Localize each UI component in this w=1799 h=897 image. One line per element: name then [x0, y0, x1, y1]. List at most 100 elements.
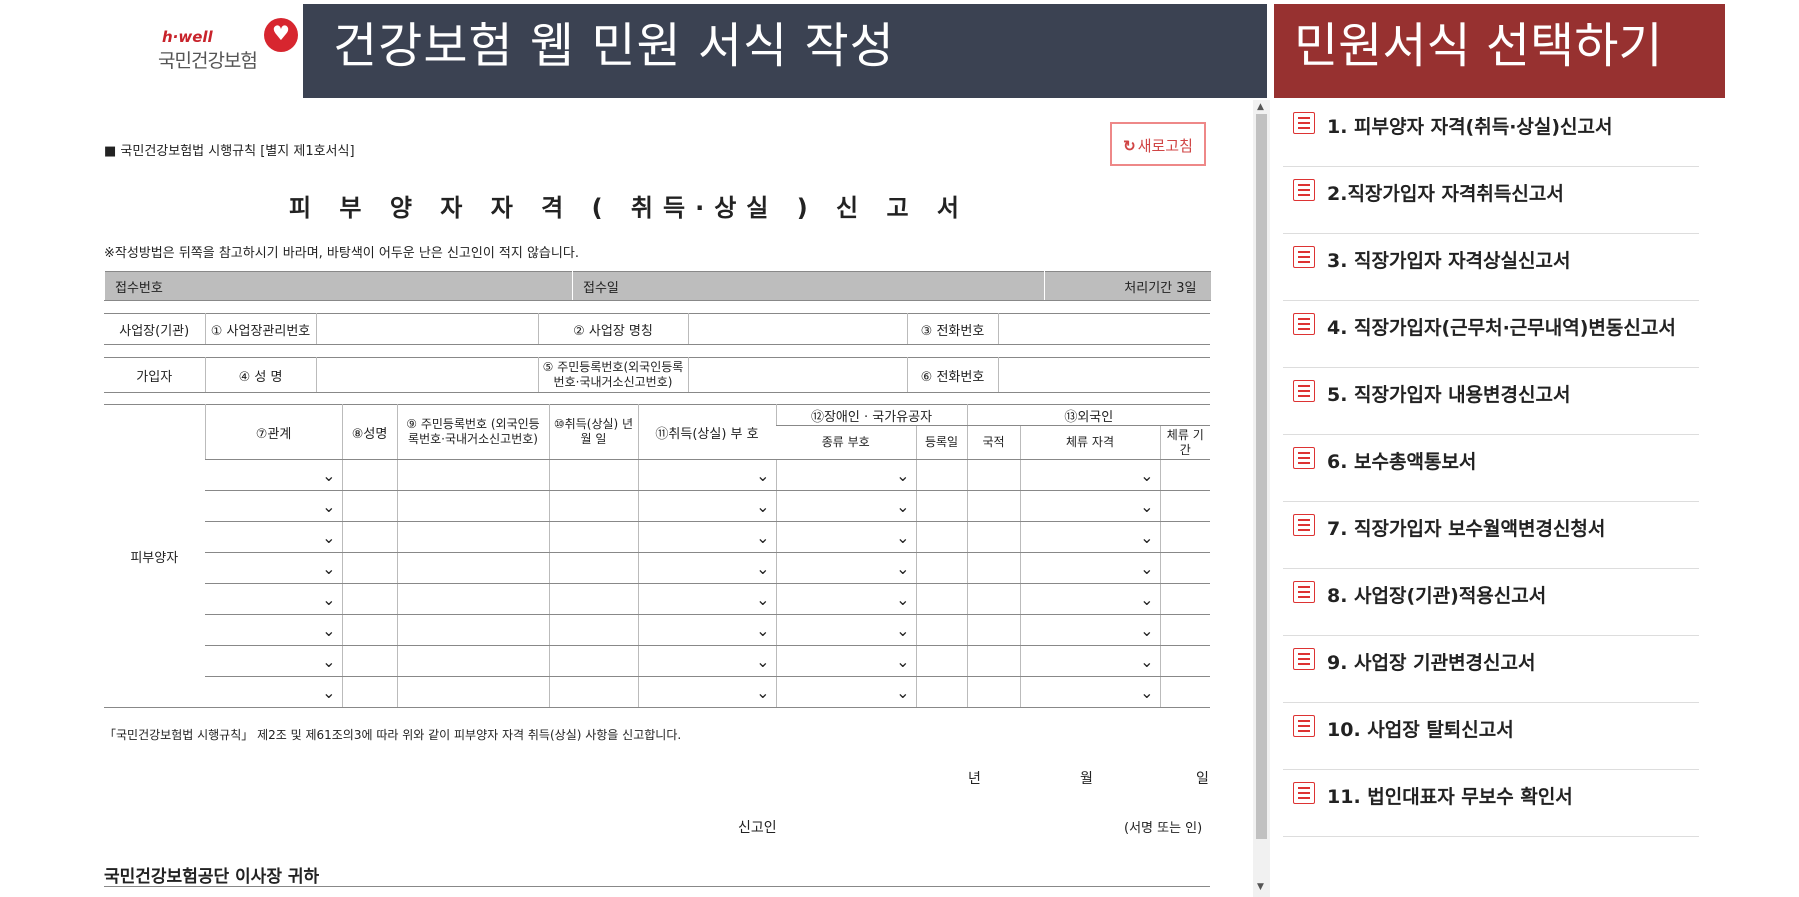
- dependent-code-select[interactable]: ⌄: [637, 459, 776, 491]
- dependent-date-field[interactable]: [548, 676, 638, 708]
- sidebar-item[interactable]: 7. 직장가입자 보수월액변경신청서: [1283, 502, 1699, 569]
- scroll-thumb[interactable]: [1256, 114, 1267, 839]
- sidebar-item[interactable]: 4. 직장가입자(근무처·근무내역)변동신고서: [1283, 301, 1699, 368]
- dependent-type-select[interactable]: ⌄: [775, 676, 916, 708]
- scroll-down-icon[interactable]: ▼: [1257, 882, 1264, 892]
- dependent-regdate-field[interactable]: [915, 645, 968, 677]
- dependent-period-field[interactable]: [1159, 645, 1211, 677]
- dependent-date-field[interactable]: [548, 583, 638, 615]
- dependent-type-select[interactable]: ⌄: [775, 614, 916, 646]
- sidebar-item[interactable]: 11. 법인대표자 무보수 확인서: [1283, 770, 1699, 837]
- sidebar-item[interactable]: 5. 직장가입자 내용변경신고서: [1283, 368, 1699, 435]
- dependent-name-field[interactable]: [341, 459, 397, 491]
- dependent-nation-field[interactable]: [966, 676, 1021, 708]
- dependent-code-select[interactable]: ⌄: [637, 676, 776, 708]
- subscriber-phone-field[interactable]: [997, 357, 1210, 393]
- dependent-regdate-field[interactable]: [915, 614, 968, 646]
- dependent-type-select[interactable]: ⌄: [775, 645, 916, 677]
- dependent-rrn-field[interactable]: [396, 490, 549, 522]
- dependent-status-select[interactable]: ⌄: [1019, 583, 1161, 615]
- dependent-status-select[interactable]: ⌄: [1019, 676, 1161, 708]
- dependent-name-field[interactable]: [341, 614, 397, 646]
- dependent-code-select[interactable]: ⌄: [637, 614, 776, 646]
- refresh-button[interactable]: ↻ 새로고침: [1110, 122, 1206, 166]
- dependent-type-select[interactable]: ⌄: [775, 583, 916, 615]
- dependent-regdate-field[interactable]: [915, 676, 968, 708]
- dependent-nation-field[interactable]: [966, 583, 1021, 615]
- dependent-status-select[interactable]: ⌄: [1019, 459, 1161, 491]
- dependent-relation-select[interactable]: ⌄: [205, 614, 342, 646]
- dependent-rrn-field[interactable]: [396, 676, 549, 708]
- dependent-rrn-field[interactable]: [396, 583, 549, 615]
- dependent-regdate-field[interactable]: [915, 459, 968, 491]
- dependent-regdate-field[interactable]: [915, 583, 968, 615]
- dependent-date-field[interactable]: [548, 552, 638, 584]
- dependent-period-field[interactable]: [1159, 521, 1211, 553]
- dependent-period-field[interactable]: [1159, 614, 1211, 646]
- dependent-date-field[interactable]: [548, 459, 638, 491]
- dependent-relation-select[interactable]: ⌄: [205, 645, 342, 677]
- dependent-date-field[interactable]: [548, 614, 638, 646]
- sidebar-item[interactable]: 1. 피부양자 자격(취득·상실)신고서: [1283, 100, 1699, 167]
- dependent-name-field[interactable]: [341, 676, 397, 708]
- dependent-status-select[interactable]: ⌄: [1019, 521, 1161, 553]
- dependent-status-select[interactable]: ⌄: [1019, 552, 1161, 584]
- dependent-name-field[interactable]: [341, 521, 397, 553]
- subscriber-rrn-field[interactable]: [687, 357, 907, 393]
- dependent-rrn-field[interactable]: [396, 459, 549, 491]
- business-mgmt-no-field[interactable]: [315, 313, 538, 345]
- dependent-relation-select[interactable]: ⌄: [205, 552, 342, 584]
- dependent-code-select[interactable]: ⌄: [637, 645, 776, 677]
- dependent-relation-select[interactable]: ⌄: [205, 676, 342, 708]
- dependent-type-select[interactable]: ⌄: [775, 521, 916, 553]
- scrollbar[interactable]: ▲ ▼: [1253, 100, 1270, 897]
- dependent-nation-field[interactable]: [966, 645, 1021, 677]
- dependent-name-field[interactable]: [341, 583, 397, 615]
- dependent-regdate-field[interactable]: [915, 490, 968, 522]
- dependent-rrn-field[interactable]: [396, 645, 549, 677]
- dependent-code-select[interactable]: ⌄: [637, 521, 776, 553]
- dependent-nation-field[interactable]: [966, 614, 1021, 646]
- dependent-code-select[interactable]: ⌄: [637, 490, 776, 522]
- sidebar-item[interactable]: 10. 사업장 탈퇴신고서: [1283, 703, 1699, 770]
- dependent-rrn-field[interactable]: [396, 552, 549, 584]
- dependent-relation-select[interactable]: ⌄: [205, 490, 342, 522]
- dependent-type-select[interactable]: ⌄: [775, 490, 916, 522]
- dependent-relation-select[interactable]: ⌄: [205, 583, 342, 615]
- dependent-date-field[interactable]: [548, 521, 638, 553]
- dependent-code-select[interactable]: ⌄: [637, 552, 776, 584]
- dependent-rrn-field[interactable]: [396, 614, 549, 646]
- business-name-field[interactable]: [687, 313, 907, 345]
- dependent-nation-field[interactable]: [966, 521, 1021, 553]
- dependent-period-field[interactable]: [1159, 490, 1211, 522]
- business-phone-field[interactable]: [997, 313, 1210, 345]
- dependent-name-field[interactable]: [341, 490, 397, 522]
- dependent-relation-select[interactable]: ⌄: [205, 521, 342, 553]
- dependent-date-field[interactable]: [548, 645, 638, 677]
- dependent-nation-field[interactable]: [966, 459, 1021, 491]
- sidebar-item[interactable]: 6. 보수총액통보서: [1283, 435, 1699, 502]
- dependent-period-field[interactable]: [1159, 676, 1211, 708]
- sidebar-item[interactable]: 9. 사업장 기관변경신고서: [1283, 636, 1699, 703]
- dependent-period-field[interactable]: [1159, 459, 1211, 491]
- dependent-status-select[interactable]: ⌄: [1019, 614, 1161, 646]
- dependent-name-field[interactable]: [341, 645, 397, 677]
- scroll-up-icon[interactable]: ▲: [1257, 102, 1264, 112]
- dependent-nation-field[interactable]: [966, 552, 1021, 584]
- dependent-period-field[interactable]: [1159, 583, 1211, 615]
- sidebar-item[interactable]: 8. 사업장(기관)적용신고서: [1283, 569, 1699, 636]
- dependent-regdate-field[interactable]: [915, 552, 968, 584]
- dependent-name-field[interactable]: [341, 552, 397, 584]
- sidebar-item[interactable]: 3. 직장가입자 자격상실신고서: [1283, 234, 1699, 301]
- dependent-regdate-field[interactable]: [915, 521, 968, 553]
- dependent-nation-field[interactable]: [966, 490, 1021, 522]
- dependent-status-select[interactable]: ⌄: [1019, 490, 1161, 522]
- dependent-date-field[interactable]: [548, 490, 638, 522]
- dependent-code-select[interactable]: ⌄: [637, 583, 776, 615]
- sidebar-item[interactable]: 2.직장가입자 자격취득신고서: [1283, 167, 1699, 234]
- dependent-status-select[interactable]: ⌄: [1019, 645, 1161, 677]
- dependent-type-select[interactable]: ⌄: [775, 459, 916, 491]
- dependent-period-field[interactable]: [1159, 552, 1211, 584]
- dependent-type-select[interactable]: ⌄: [775, 552, 916, 584]
- dependent-relation-select[interactable]: ⌄: [205, 459, 342, 491]
